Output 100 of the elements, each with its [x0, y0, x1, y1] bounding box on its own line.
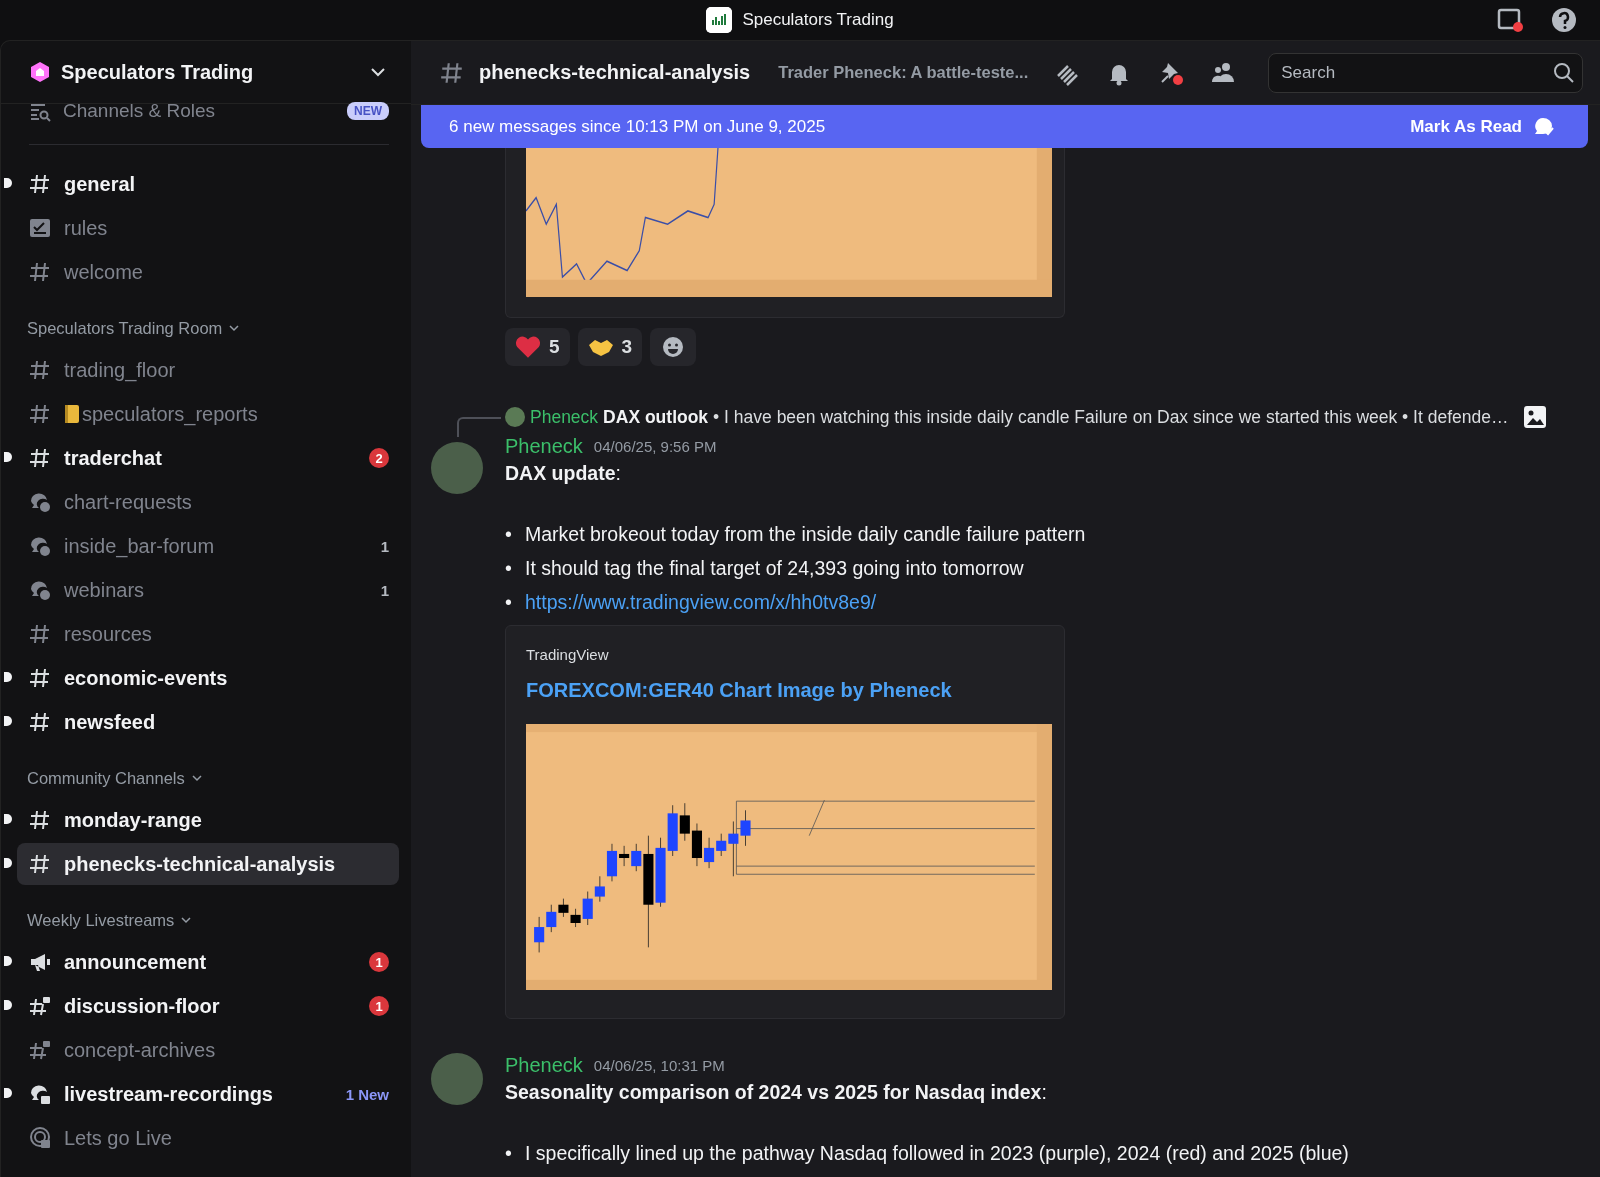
channel-item[interactable]: traderchat 2: [17, 437, 399, 479]
image-icon: [1523, 405, 1548, 429]
link[interactable]: https://www.tradingview.com/x/hh0tv8e9/: [525, 585, 877, 619]
chevron-down-icon: [190, 772, 203, 784]
hash-icon: [28, 358, 52, 382]
locked-hash-icon: [28, 1038, 52, 1062]
search-field[interactable]: Search: [1268, 52, 1584, 93]
channel-name: webinars: [64, 578, 145, 602]
timestamp: 04/06/25, 9:56 PM: [593, 437, 717, 455]
category-header[interactable]: Speculators Trading Room: [1, 309, 411, 347]
hash-icon: [28, 402, 52, 426]
checklist-icon: [28, 216, 52, 240]
unread-indicator: [4, 1088, 12, 1098]
new-badge: NEW: [347, 102, 389, 120]
hash-icon: [28, 808, 52, 832]
channel-item[interactable]: concept-archives: [17, 1029, 399, 1071]
channel-item[interactable]: livestream-recordings 1 New: [17, 1073, 399, 1115]
channel-item[interactable]: inside_bar-forum 1: [17, 525, 399, 567]
unread-indicator: [4, 858, 12, 868]
channel-name: traderchat: [64, 446, 162, 470]
chevron-down-icon: [180, 914, 193, 926]
search-icon: [1553, 61, 1576, 84]
hash-icon: [28, 710, 52, 734]
hash-icon: [28, 622, 52, 646]
unread-indicator: [4, 672, 12, 682]
new-messages-banner[interactable]: 6 new messages since 10:13 PM on June 9, 2025 Mark As Read: [421, 105, 1588, 148]
channel-name: monday-range: [64, 808, 202, 832]
timestamp: 04/06/25, 10:31 PM: [593, 1056, 725, 1074]
bullet-marker: •: [505, 522, 513, 547]
channel-item[interactable]: announcement 1: [17, 941, 399, 983]
channel-item[interactable]: webinars 1: [17, 569, 399, 611]
hash-icon: [28, 852, 52, 876]
channel-name: inside_bar-forum: [64, 534, 215, 558]
channel-item[interactable]: chart-requests: [17, 481, 399, 523]
channel-name: speculators_reports: [82, 402, 258, 426]
message-heading: Seasonality comparison of 2024 vs 2025 for Nasdaq index:: [505, 1081, 1048, 1104]
channel-item[interactable]: rules: [17, 207, 399, 249]
locked-forum-icon: [28, 1082, 52, 1106]
channel-item[interactable]: trading_floor: [17, 349, 399, 391]
help-icon[interactable]: [1550, 6, 1578, 34]
mention-badge: 2: [369, 448, 389, 468]
message-heading: DAX update:: [505, 462, 622, 485]
channel-title: phenecks-technical-analysis: [479, 61, 751, 84]
unread-indicator: [4, 452, 12, 462]
unread-indicator: [4, 178, 12, 188]
channel-item[interactable]: speculators_reports: [17, 393, 399, 435]
mention-badge: 1: [369, 952, 389, 972]
add-reaction-button[interactable]: [650, 328, 697, 366]
channel-item[interactable]: Lets go Live: [17, 1117, 399, 1159]
category-header[interactable]: Weekly Livestreams: [1, 901, 411, 939]
chat-check-icon: [1532, 115, 1554, 138]
forum-icon: [28, 534, 52, 558]
avatar: [505, 407, 525, 427]
channel-item[interactable]: newsfeed: [17, 701, 399, 743]
channel-item[interactable]: general: [17, 163, 399, 205]
server-logo-icon: [706, 7, 733, 33]
bullet-marker: •: [505, 556, 513, 581]
unread-count: 1: [380, 537, 389, 555]
unread-indicator: [4, 1000, 12, 1010]
hash-icon: [28, 446, 52, 470]
author-name[interactable]: Pheneck: [505, 434, 583, 458]
bullet-marker: •: [505, 1141, 513, 1166]
channel-topic[interactable]: Trader Pheneck: A battle-teste...: [778, 63, 1029, 82]
embed-title[interactable]: FOREXCOM:GER40 Chart Image by Pheneck: [526, 679, 1042, 702]
forum-icon: [28, 578, 52, 602]
embed-provider: TradingView: [526, 646, 610, 663]
channel-item[interactable]: welcome: [17, 251, 399, 293]
avatar[interactable]: [431, 1053, 483, 1105]
reply-author[interactable]: Pheneck: [530, 406, 599, 428]
channel-name: welcome: [64, 260, 143, 284]
reply-title: DAX outlook: [603, 406, 709, 428]
reaction-button[interactable]: 3: [577, 328, 643, 366]
bullet-text: Market brokeout today from the inside daily candle failure pattern: [525, 522, 1086, 547]
channel-item[interactable]: monday-range: [17, 799, 399, 841]
mention-badge: 1: [369, 996, 389, 1016]
channel-item[interactable]: discussion-floor 1: [17, 985, 399, 1027]
chevron-down-icon: [228, 322, 241, 334]
inbox-icon[interactable]: [1496, 6, 1524, 34]
window-title: Speculators Trading: [742, 10, 894, 30]
category-header[interactable]: Community Channels: [1, 759, 411, 797]
reply-snippet[interactable]: • I have been watching this inside daily candle Failure on Dax since we started this week • It defende…: [713, 406, 1509, 428]
mark-as-read-button[interactable]: Mark As Read: [1404, 114, 1560, 139]
heart-icon: [515, 335, 541, 359]
channel-name: newsfeed: [64, 710, 156, 734]
unread-indicator: [4, 716, 12, 726]
server-boost-icon: [29, 61, 51, 83]
channel-item[interactable]: economic-events: [17, 657, 399, 699]
channel-name: discussion-floor: [64, 994, 220, 1018]
channel-name: concept-archives: [64, 1038, 216, 1062]
author-name[interactable]: Pheneck: [505, 1053, 583, 1077]
channel-name: general: [64, 172, 136, 196]
channel-name: chart-requests: [64, 490, 192, 514]
channel-name: resources: [64, 622, 152, 646]
hash-icon: [28, 666, 52, 690]
channel-item[interactable]: resources: [17, 613, 399, 655]
channel-name: economic-events: [64, 666, 228, 690]
unread-indicator: [4, 814, 12, 824]
reaction-button[interactable]: 5: [505, 328, 570, 366]
unread-count: 1: [380, 581, 389, 599]
avatar[interactable]: [431, 442, 483, 494]
